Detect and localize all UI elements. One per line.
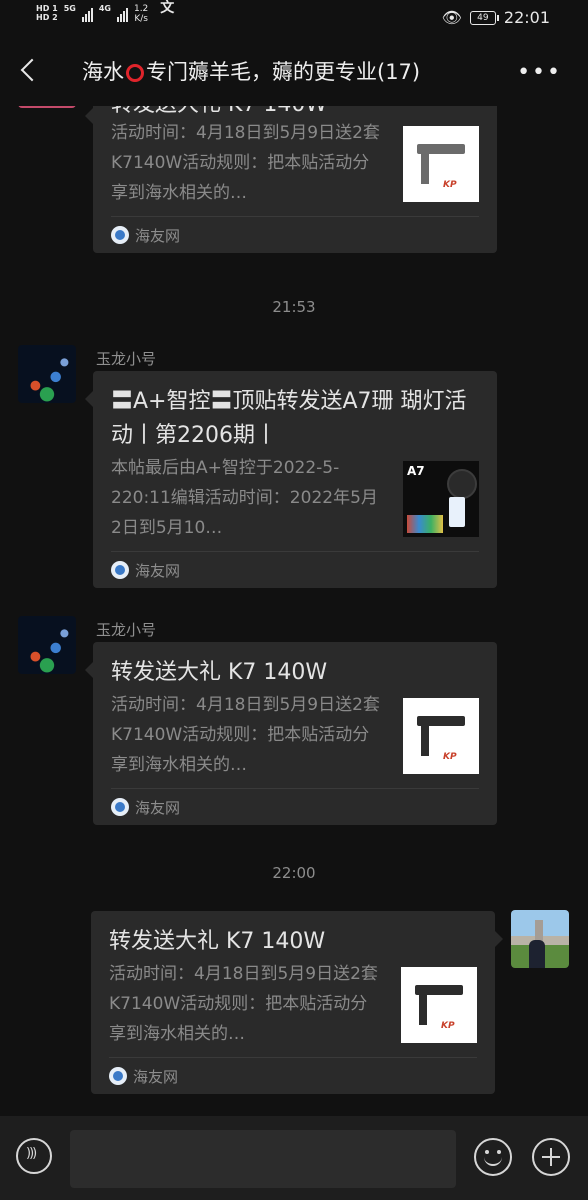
status-bar: HD 1 HD 2 5G 4G 1.2 K/s 文 👁 49 22:01 (0, 0, 588, 38)
red-circle-icon (126, 64, 144, 82)
status-right: 👁 49 22:01 (442, 8, 550, 27)
thumb-label: A7 (407, 464, 425, 478)
source-name: 海友网 (135, 226, 181, 245)
card-description: 活动时间：4月18日到5月9日送2套K7140W活动规则：把本贴活动分享到海水相… (109, 964, 378, 1044)
link-card[interactable]: 〓A+智控〓顶贴转发送A7珊 瑚灯活动丨第2206期丨 本帖最后由A+智控于20… (85, 371, 497, 588)
card-thumbnail: KP (403, 698, 479, 774)
avatar[interactable] (18, 345, 76, 403)
chat-title: 海水 专门薅羊毛，薅的更专业(17) (82, 56, 512, 86)
message-list[interactable]: 转发送大礼 K7 140W 活动时间：4月18日到5月9日送2套K7140W活动… (0, 106, 588, 1116)
lamp-post (419, 993, 427, 1025)
source-name: 海友网 (135, 798, 181, 817)
lamp-logo: KP (443, 752, 457, 762)
a7-reef (407, 515, 443, 533)
lamp-logo: KP (443, 180, 457, 190)
link-card[interactable]: 转发送大礼 K7 140W 活动时间：4月18日到5月9日送2套K7140W活动… (85, 106, 497, 253)
timestamp: 22:00 (272, 864, 316, 882)
speed-value: 1.2 (133, 4, 149, 14)
clock: 22:01 (503, 8, 550, 27)
status-left: HD 1 HD 2 5G 4G 1.2 K/s 文 (36, 0, 175, 24)
more-options-button[interactable]: ••• (517, 60, 562, 85)
sender-name: 玉龙小号 (96, 621, 157, 639)
hd2-label: HD 2 (36, 13, 58, 22)
title-suffix: 专门薅羊毛，薅的更专业(17) (146, 60, 421, 84)
card-description: 本帖最后由A+智控于2022-5-220:11编辑活动时间：2022年5月2日到… (111, 458, 378, 538)
card-thumbnail: A7 (403, 461, 479, 537)
avatar[interactable] (18, 106, 76, 108)
net1-label: 5G (63, 4, 76, 13)
link-card[interactable]: 转发送大礼 K7 140W 活动时间：4月18日到5月9日送2套K7140W活动… (85, 642, 497, 825)
signal-icon-2 (116, 4, 128, 22)
emoji-button[interactable] (474, 1138, 512, 1176)
voice-input-button[interactable] (16, 1138, 52, 1174)
lamp-post (421, 724, 429, 756)
card-source: 海友网 (111, 552, 479, 588)
input-bar (0, 1116, 588, 1200)
card-source: 海友网 (111, 789, 479, 825)
network-speed: 1.2 K/s (134, 4, 148, 24)
avatar[interactable] (18, 616, 76, 674)
source-icon (111, 561, 129, 579)
translate-icon: 文 (160, 0, 175, 16)
hd1-label: HD 1 (36, 4, 58, 13)
message-input[interactable] (70, 1130, 456, 1188)
card-title: 转发送大礼 K7 140W (111, 660, 328, 685)
a7-phone (449, 497, 465, 527)
lamp-post (421, 152, 429, 184)
more-actions-button[interactable] (532, 1138, 570, 1176)
source-icon (109, 1067, 127, 1085)
card-title: 转发送大礼 K7 140W (109, 929, 326, 954)
source-icon (111, 798, 129, 816)
chat-header: 海水 专门薅羊毛，薅的更专业(17) ••• (0, 38, 588, 106)
card-thumbnail: KP (401, 967, 477, 1043)
card-source: 海友网 (109, 1058, 477, 1094)
source-name: 海友网 (135, 561, 181, 580)
card-source: 海友网 (111, 217, 479, 253)
link-card[interactable]: 转发送大礼 K7 140W 活动时间：4月18日到5月9日送2套K7140W活动… (91, 911, 503, 1094)
source-name: 海友网 (133, 1067, 179, 1086)
avatar-person (529, 940, 545, 968)
card-description: 活动时间：4月18日到5月9日送2套K7140W活动规则：把本贴活动分享到海水相… (111, 695, 380, 775)
avatar[interactable] (511, 910, 569, 968)
card-title: 转发送大礼 K7 140W (111, 106, 479, 118)
battery-icon: 49 (469, 10, 499, 25)
signal-icon (81, 4, 93, 22)
title-prefix: 海水 (82, 60, 124, 84)
source-icon (111, 226, 129, 244)
a7-lamp (447, 469, 477, 499)
lamp-logo: KP (441, 1021, 455, 1031)
sender-name: 玉龙小号 (96, 350, 157, 368)
card-description: 活动时间：4月18日到5月9日送2套K7140W活动规则：把本贴活动分享到海水相… (111, 123, 380, 203)
card-thumbnail: KP (403, 126, 479, 202)
speed-unit: K/s (134, 14, 148, 24)
timestamp: 21:53 (272, 298, 316, 316)
net2-label: 4G (98, 4, 111, 13)
eye-icon: 👁 (441, 8, 462, 27)
card-title: 〓A+智控〓顶贴转发送A7珊 瑚灯活动丨第2206期丨 (111, 389, 467, 448)
back-button[interactable] (16, 54, 46, 88)
